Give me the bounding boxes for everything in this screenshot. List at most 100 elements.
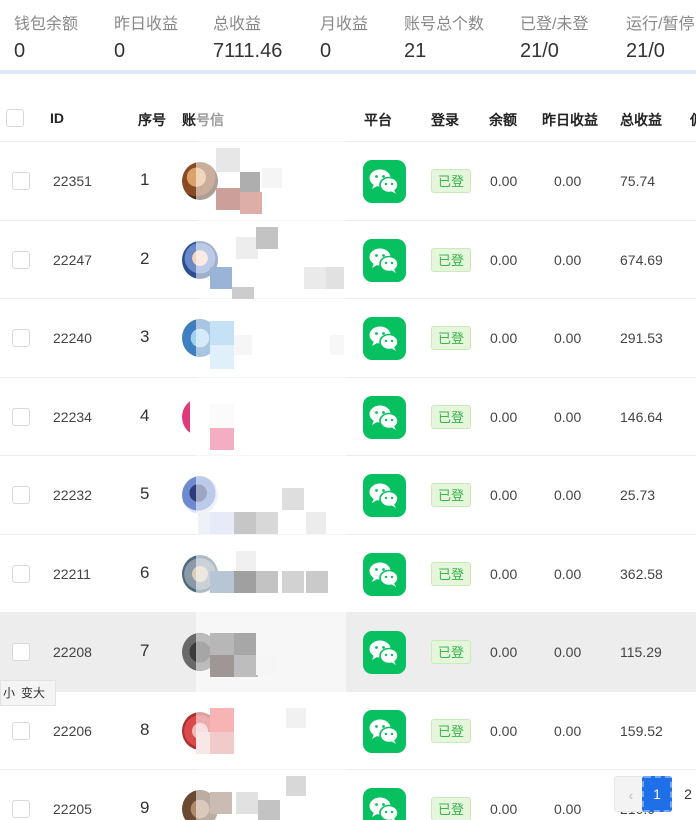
row-seq: 7 (140, 641, 150, 660)
row-id: 22208 (53, 644, 92, 660)
table-row[interactable]: 22205 9 已登 0.00 0.00 210.0 (0, 770, 696, 820)
mosaic-block (210, 266, 232, 289)
table-row[interactable]: 22351 1 已登 0.00 0.00 75.74 (0, 142, 696, 221)
stat-label: 账号总个数 (404, 16, 485, 33)
wechat-icon (363, 552, 406, 596)
stat-value: 21/0 (520, 40, 559, 62)
column-header-id[interactable]: ID (50, 110, 64, 126)
table-row[interactable]: 22211 6 已登 0.00 0.00 362.58 (0, 534, 696, 613)
row-balance: 0.00 (490, 722, 518, 739)
select-all-checkbox[interactable] (6, 109, 24, 127)
mosaic-block (210, 403, 234, 428)
wechat-icon (363, 238, 406, 282)
column-header-account[interactable]: 账号信 (182, 110, 224, 130)
table-row[interactable]: 22240 3 已登 0.00 0.00 291.53 (0, 299, 696, 378)
mosaic-block (210, 731, 234, 754)
wechat-icon (363, 160, 406, 203)
row-balance: 0.00 (490, 487, 518, 503)
stat-value: 21/0 (626, 40, 665, 62)
account-info-pixelated (196, 384, 344, 450)
row-balance: 0.00 (490, 330, 518, 346)
mosaic-block (256, 570, 278, 593)
mosaic-block (240, 172, 260, 194)
row-seq: 4 (140, 405, 150, 425)
mosaic-block (210, 792, 232, 814)
mosaic-block (236, 550, 256, 571)
mosaic-block (304, 266, 326, 289)
mosaic-block (210, 655, 234, 677)
account-info-pixelated (196, 305, 344, 371)
wechat-icon (363, 395, 406, 439)
row-checkbox[interactable] (12, 486, 30, 504)
wechat-icon (363, 788, 406, 820)
wechat-icon (363, 317, 406, 360)
column-header-platform[interactable]: 平台 (364, 110, 392, 130)
row-seq: 5 (140, 484, 150, 503)
mosaic-block (286, 776, 306, 796)
column-header-login[interactable]: 登录 (431, 110, 459, 130)
row-checkbox[interactable] (12, 172, 30, 190)
mosaic-block (210, 633, 234, 655)
stat-label: 总收益 (213, 16, 262, 33)
stat-monthly-earnings: 月收益 0 (320, 10, 368, 63)
column-header-balance[interactable]: 余额 (489, 110, 517, 130)
mosaic-block (258, 800, 280, 820)
mosaic-block (210, 321, 234, 345)
row-seq: 8 (140, 719, 150, 739)
stat-account-count: 账号总个数 21 (404, 10, 484, 63)
row-total-earnings: 25.73 (620, 487, 656, 503)
stat-wallet-balance: 钱包余额 0 (14, 10, 78, 63)
column-header-yesterday[interactable]: 昨日收益 (542, 110, 598, 130)
row-balance: 0.00 (490, 644, 518, 660)
mosaic-block (210, 345, 234, 369)
row-yesterday-earnings: 0.00 (554, 565, 582, 582)
mosaic-block (234, 633, 256, 655)
row-total-earnings: 75.74 (620, 173, 656, 189)
row-checkbox[interactable] (12, 800, 30, 818)
mosaic-block (210, 707, 234, 732)
table-row[interactable]: 22208 7 已登 0.00 0.00 115.29 (0, 613, 696, 692)
row-checkbox[interactable] (12, 407, 30, 426)
account-info-pixelated (196, 462, 344, 534)
mosaic-block (196, 731, 210, 754)
row-checkbox[interactable] (12, 643, 30, 661)
table-row[interactable]: 22247 2 已登 0.00 0.00 674.69 (0, 220, 696, 307)
table-row[interactable]: 22234 4 已登 0.00 0.00 146.64 (0, 377, 696, 456)
mosaic-block (256, 226, 278, 249)
row-yesterday-earnings: 0.00 (554, 173, 582, 189)
mosaic-block (306, 512, 326, 534)
mosaic-block (236, 792, 258, 814)
wechat-icon (363, 474, 406, 517)
table-row[interactable]: 22232 5 已登 0.00 0.00 25.73 (0, 456, 696, 535)
account-info-pixelated (196, 776, 344, 820)
stat-label: 钱包余额 (14, 16, 79, 33)
page-2-button[interactable]: 2 (678, 776, 696, 812)
mosaic-block (306, 570, 328, 593)
login-status-badge: 已登 (431, 326, 472, 350)
row-yesterday-earnings: 0.00 (554, 330, 582, 346)
row-checkbox[interactable] (12, 564, 30, 583)
row-balance: 0.00 (490, 565, 518, 582)
zoom-shrink-button[interactable]: 小 (3, 686, 15, 700)
account-info-pixelated (196, 148, 344, 214)
column-header-extra[interactable]: 佣 (690, 110, 696, 130)
page-1-button[interactable]: 1 (642, 776, 672, 812)
row-checkbox[interactable] (12, 721, 30, 740)
row-yesterday-earnings: 0.00 (554, 408, 582, 425)
zoom-enlarge-button[interactable]: 变大 (21, 686, 45, 700)
login-status-badge: 已登 (431, 797, 472, 820)
column-header-total[interactable]: 总收益 (620, 110, 662, 130)
wechat-icon (363, 631, 406, 674)
zoom-popup[interactable]: 小变大 (0, 680, 56, 706)
mosaic-block (262, 168, 282, 188)
login-status-badge: 已登 (431, 404, 472, 429)
mosaic-block (216, 148, 240, 172)
table-row[interactable]: 22206 8 已登 0.00 0.00 159.52 (0, 691, 696, 770)
column-header-seq[interactable]: 序号 (138, 110, 166, 130)
row-checkbox[interactable] (12, 329, 30, 347)
stat-yesterday-earnings: 昨日收益 0 (114, 10, 178, 63)
row-seq: 1 (140, 170, 150, 189)
row-checkbox[interactable] (12, 250, 30, 269)
row-id: 22205 (53, 801, 92, 817)
stat-value: 0 (14, 40, 26, 62)
